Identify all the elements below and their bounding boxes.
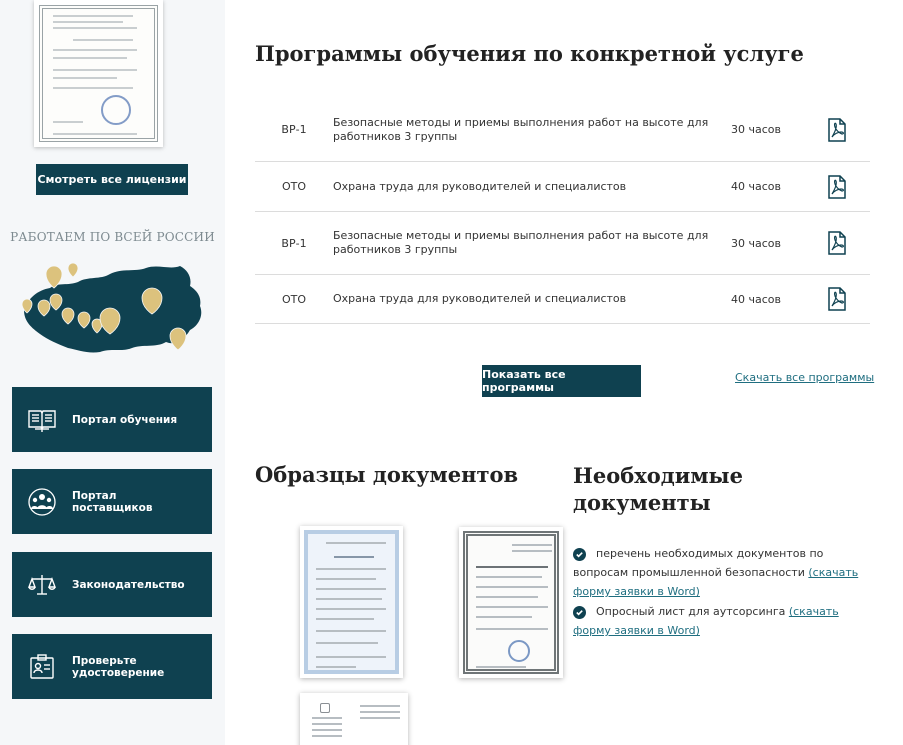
pdf-download-icon[interactable] [803,287,870,311]
program-row: ВР-1 Безопасные методы и приемы выполнен… [255,212,870,275]
programs-title: Программы обучения по конкретной услуге [255,41,804,66]
program-name: Безопасные методы и приемы выполнения ра… [333,115,709,143]
program-name: Охрана труда для руководителей и специал… [333,179,627,193]
program-name: Безопасные методы и приемы выполнения ра… [333,229,709,256]
legislation-card[interactable]: Законодательство [12,552,212,617]
view-all-licenses-button[interactable]: Смотреть все лицензии [36,164,188,195]
check-icon [573,606,586,619]
verify-certificate-label: Проверьте удостоверение [72,654,165,679]
download-all-programs-link[interactable]: Скачать все программы [735,371,874,384]
legislation-label: Законодательство [72,578,185,591]
portal-suppliers-card[interactable]: Портал поставщиков [12,469,212,534]
needed-item-text: Опросный лист для аутсорсинга [596,605,786,618]
program-row: ВР-1 Безопасные методы и приемы выполнен… [255,98,870,162]
program-hours: 30 часов [731,236,781,250]
russia-caption: РАБОТАЕМ ПО ВСЕЙ РОССИИ [10,230,215,244]
program-code: ОТО [281,180,307,193]
needed-item-text: перечень необходимых документов по вопро… [573,547,824,579]
portal-learning-card[interactable]: Портал обучения [12,387,212,452]
program-code: ВР-1 [281,123,307,136]
sidebar: Смотреть все лицензии РАБОТАЕМ ПО ВСЕЙ Р… [0,0,225,745]
pdf-download-icon[interactable] [803,174,870,199]
program-row: ОТО Охрана труда для руководителей и спе… [255,275,870,324]
show-all-programs-button[interactable]: Показать все программы [482,365,641,397]
pdf-download-icon[interactable] [803,231,870,255]
needed-documents-title: Необходимые документы [573,463,743,515]
program-hours: 30 часов [731,123,781,136]
list-item: Опросный лист для аутсорсинга (скачать ф… [573,602,868,640]
list-item: перечень необходимых документов по вопро… [573,544,868,601]
pdf-download-icon[interactable] [803,117,870,142]
id-card-icon [12,634,72,699]
needed-documents-list: перечень необходимых документов по вопро… [573,544,868,641]
book-icon [12,387,72,452]
license-image[interactable] [34,0,163,147]
scales-icon [12,552,72,617]
sample-document-letter[interactable] [300,693,408,745]
samples-title: Образцы документов [255,462,519,487]
program-code: ОТО [281,292,307,306]
check-icon [573,548,586,561]
verify-certificate-card[interactable]: Проверьте удостоверение [12,634,212,699]
sample-document-license[interactable] [300,526,403,678]
program-code: ВР-1 [281,236,307,250]
program-hours: 40 часов [731,180,781,193]
sample-document-certificate[interactable] [459,527,563,678]
program-hours: 40 часов [731,292,781,306]
portal-learning-label: Портал обучения [72,413,178,426]
people-icon [12,469,72,534]
portal-suppliers-label: Портал поставщиков [72,489,153,514]
program-name: Охрана труда для руководителей и специал… [333,292,627,305]
programs-table: ВР-1 Безопасные методы и приемы выполнен… [255,98,870,324]
russia-map-image [21,262,202,353]
program-row: ОТО Охрана труда для руководителей и спе… [255,162,870,212]
